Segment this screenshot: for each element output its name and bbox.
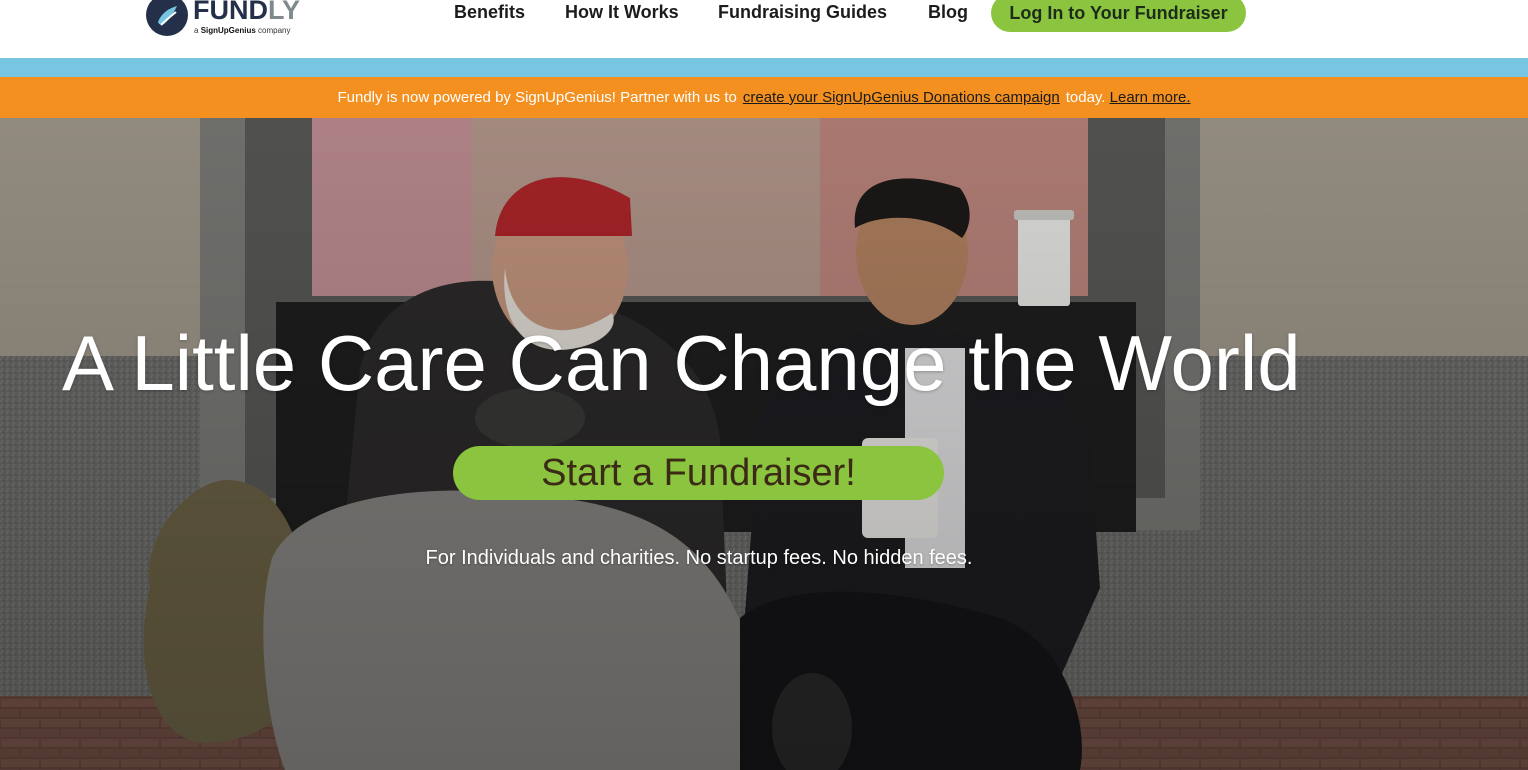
- login-button[interactable]: Log In to Your Fundraiser: [991, 0, 1246, 32]
- start-fundraiser-button[interactable]: Start a Fundraiser!: [453, 446, 944, 500]
- nav-link-fundraising-guides[interactable]: Fundraising Guides: [718, 2, 887, 22]
- create-campaign-link[interactable]: create your SignUpGenius Donations campa…: [743, 89, 1060, 106]
- hero-subtitle: For Individuals and charities. No startu…: [425, 547, 973, 569]
- hero-section: A Little Care Can Change the World Start…: [0, 118, 1528, 770]
- nav-link-blog[interactable]: Blog: [928, 2, 968, 22]
- logo-tagline: a SignUpGenius company: [194, 26, 291, 35]
- fundly-logo[interactable]: FUNDLY a SignUpGenius company: [144, 0, 314, 38]
- announcement-bar: Fundly is now powered by SignUpGenius! P…: [0, 77, 1528, 118]
- decorative-band: [0, 58, 1528, 77]
- hero-background-photo: [0, 118, 1528, 770]
- announcement-text-after: today.: [1065, 89, 1106, 106]
- learn-more-link[interactable]: Learn more.: [1110, 89, 1191, 106]
- fundly-logo-icon: [146, 0, 188, 36]
- hero-title: A Little Care Can Change the World: [62, 319, 1301, 407]
- logo-wordmark: FUNDLY: [193, 0, 301, 25]
- nav-link-how-it-works[interactable]: How It Works: [565, 2, 679, 22]
- site-header: FUNDLY a SignUpGenius company Benefits H…: [0, 0, 1528, 58]
- nav-link-benefits[interactable]: Benefits: [454, 2, 525, 22]
- announcement-text: Fundly is now powered by SignUpGenius! P…: [337, 89, 737, 106]
